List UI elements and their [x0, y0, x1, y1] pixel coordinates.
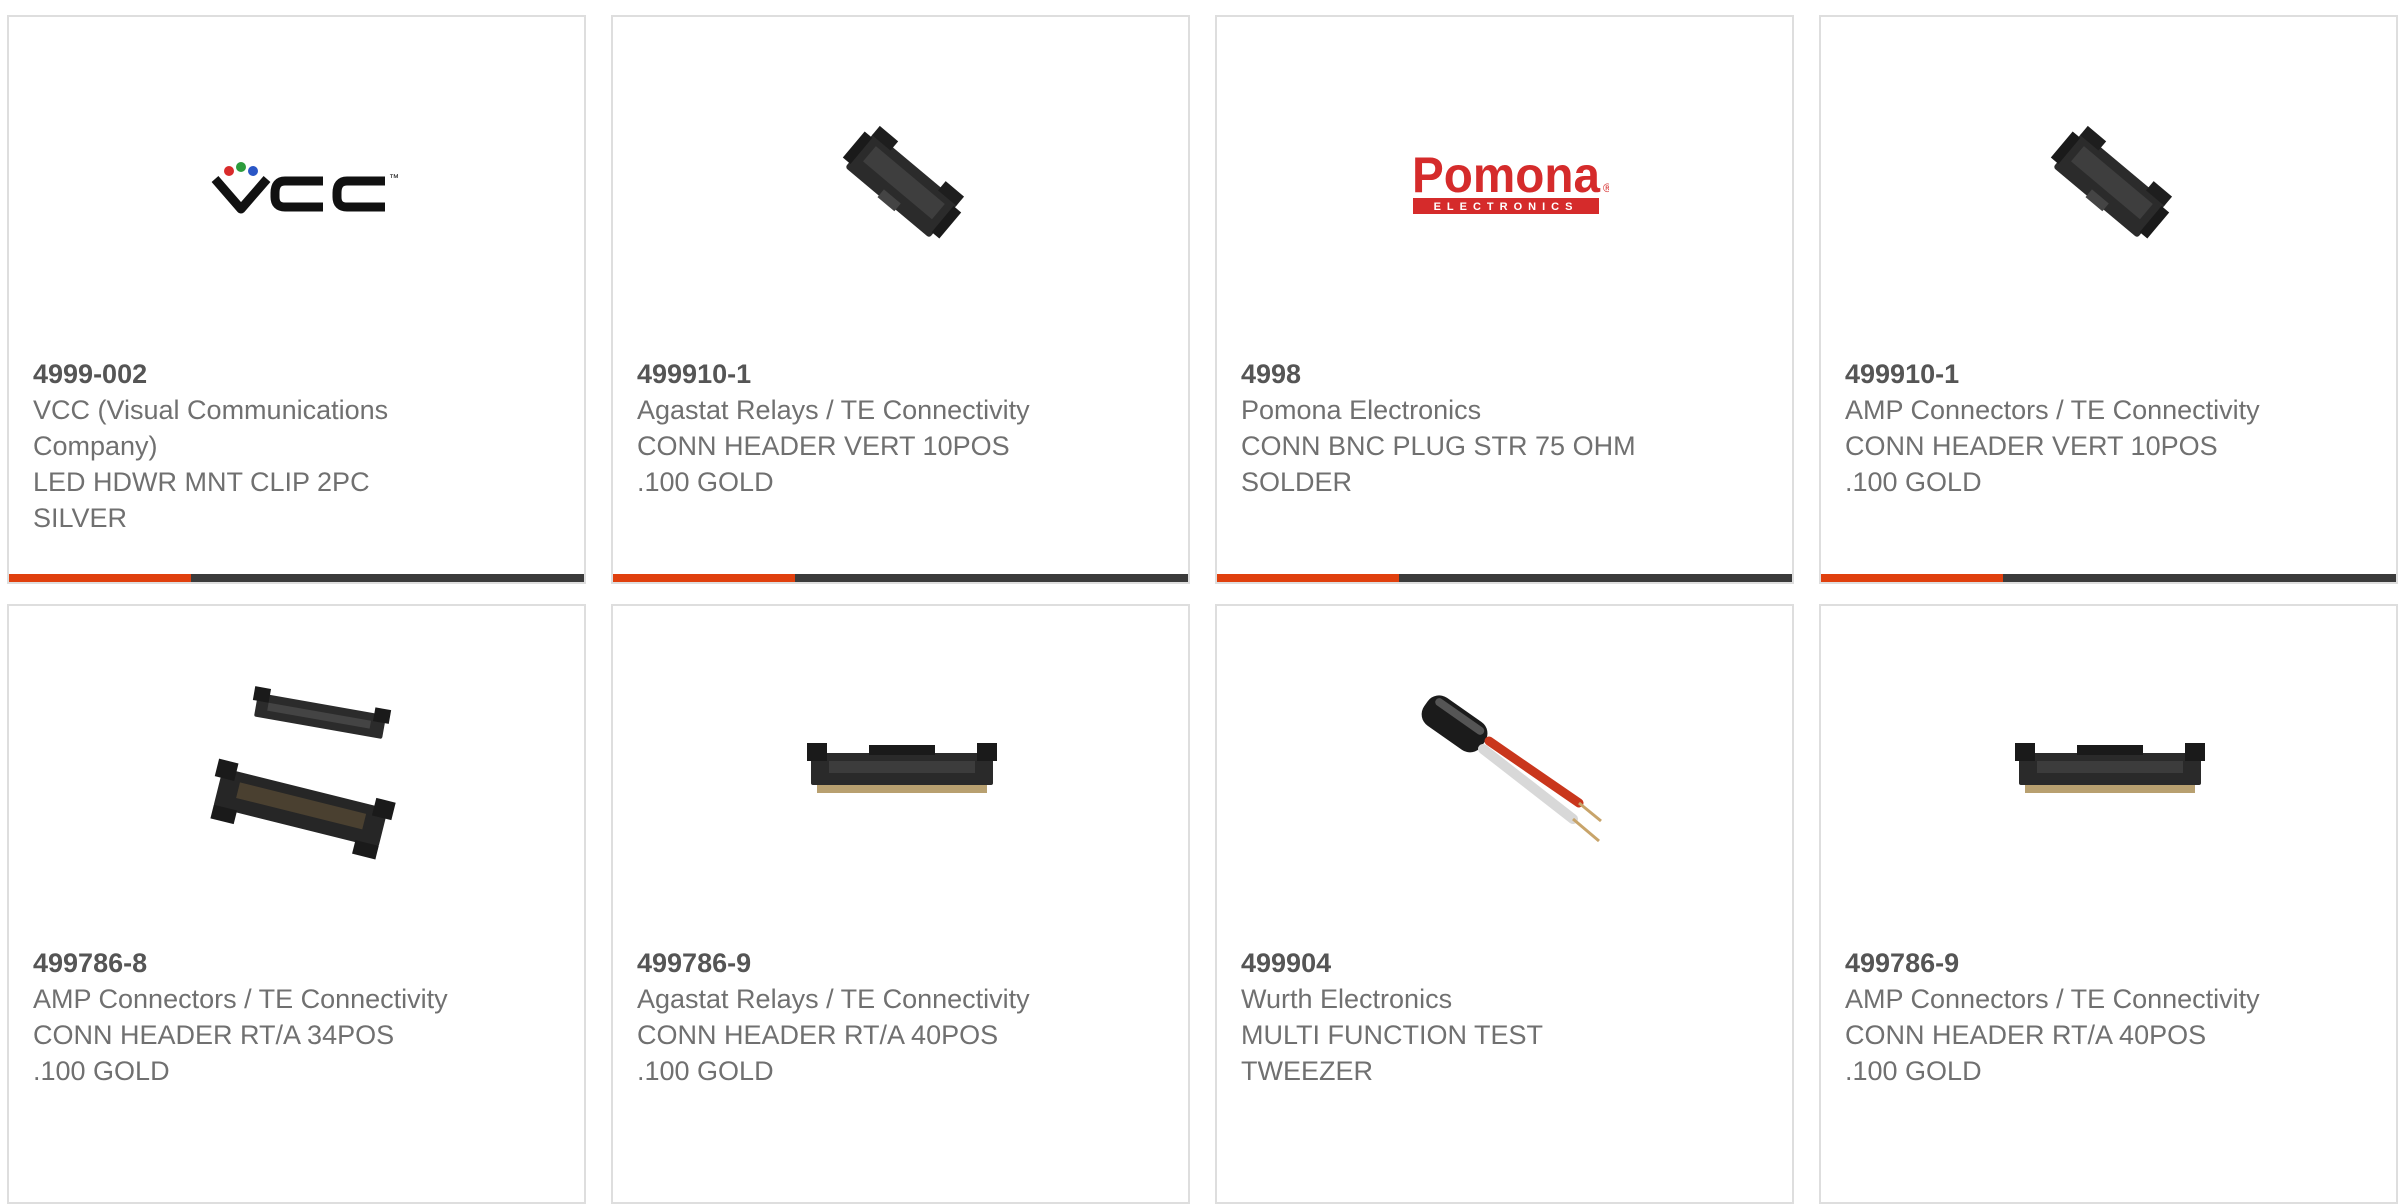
card-footer-bar [1217, 574, 1792, 582]
vertical-header-connector-image [842, 125, 965, 239]
product-card[interactable]: ™ 4999-002 VCC (Visual Communications Co… [7, 15, 586, 584]
test-tweezer-image [1421, 695, 1602, 843]
description: CONN HEADER RT/A 34POS .100 GOLD [33, 1020, 395, 1086]
manufacturer: AMP Connectors / TE Connectivity [1845, 395, 2260, 425]
svg-text:®: ® [1603, 181, 1609, 195]
product-image[interactable] [2007, 671, 2213, 877]
product-image[interactable] [2007, 82, 2213, 288]
manufacturer: Pomona Electronics [1241, 395, 1482, 425]
part-number[interactable]: 4998 [1241, 356, 1661, 392]
product-info: 4999-002 VCC (Visual Communications Comp… [33, 356, 453, 536]
card-accent-bar [9, 574, 191, 582]
pomona-logo: Pomona ® ELECTRONICS [1412, 147, 1609, 214]
part-number[interactable]: 499904 [1241, 945, 1661, 981]
product-card[interactable]: 499786-8 AMP Connectors / TE Connectivit… [7, 604, 586, 1204]
manufacturer: Wurth Electronics [1241, 984, 1453, 1014]
product-image[interactable] [799, 671, 1005, 877]
svg-text:™: ™ [389, 173, 399, 184]
card-accent-bar [613, 574, 795, 582]
part-number[interactable]: 499786-8 [33, 945, 453, 981]
description: CONN HEADER VERT 10POS .100 GOLD [637, 431, 1010, 497]
product-card[interactable]: 499786-9 AMP Connectors / TE Connectivit… [1819, 604, 2398, 1204]
product-card[interactable]: Pomona ® ELECTRONICS 4998 Pomona Electro… [1215, 15, 1794, 584]
manufacturer: Agastat Relays / TE Connectivity [637, 395, 1030, 425]
card-footer-bar [9, 574, 584, 582]
product-card[interactable]: 499786-9 Agastat Relays / TE Connectivit… [611, 604, 1190, 1204]
card-footer-bar [1821, 574, 2396, 582]
product-card[interactable]: 499910-1 Agastat Relays / TE Connectivit… [611, 15, 1190, 584]
description: MULTI FUNCTION TEST TWEEZER [1241, 1020, 1543, 1086]
product-image[interactable] [1403, 671, 1609, 877]
product-image[interactable]: ™ [195, 82, 401, 288]
manufacturer: Agastat Relays / TE Connectivity [637, 984, 1030, 1014]
card-footer-bar [613, 574, 1188, 582]
product-info: 499786-9 Agastat Relays / TE Connectivit… [637, 945, 1057, 1089]
product-info: 499904 Wurth Electronics MULTI FUNCTION … [1241, 945, 1661, 1089]
manufacturer: VCC (Visual Communications Company) [33, 395, 389, 461]
description: LED HDWR MNT CLIP 2PC SILVER [33, 467, 370, 533]
manufacturer: AMP Connectors / TE Connectivity [1845, 984, 2260, 1014]
card-accent-bar [1821, 574, 2003, 582]
product-info: 4998 Pomona Electronics CONN BNC PLUG ST… [1241, 356, 1661, 500]
product-info: 499786-9 AMP Connectors / TE Connectivit… [1845, 945, 2265, 1089]
two-right-angle-headers-image [210, 686, 396, 860]
card-accent-bar [1217, 574, 1399, 582]
description: CONN BNC PLUG STR 75 OHM SOLDER [1241, 431, 1636, 497]
product-info: 499786-8 AMP Connectors / TE Connectivit… [33, 945, 453, 1089]
product-image[interactable] [195, 671, 401, 877]
part-number[interactable]: 499786-9 [637, 945, 1057, 981]
svg-text:Pomona: Pomona [1412, 147, 1601, 203]
product-grid: ™ 4999-002 VCC (Visual Communications Co… [0, 0, 2400, 1204]
product-info: 499910-1 Agastat Relays / TE Connectivit… [637, 356, 1057, 500]
description: CONN HEADER VERT 10POS .100 GOLD [1845, 431, 2218, 497]
description: CONN HEADER RT/A 40POS .100 GOLD [1845, 1020, 2207, 1086]
part-number[interactable]: 499910-1 [1845, 356, 2265, 392]
product-card[interactable]: 499910-1 AMP Connectors / TE Connectivit… [1819, 15, 2398, 584]
part-number[interactable]: 4999-002 [33, 356, 453, 392]
manufacturer: AMP Connectors / TE Connectivity [33, 984, 448, 1014]
right-angle-header-image [2015, 743, 2205, 793]
vertical-header-connector-image [2050, 125, 2173, 239]
product-image[interactable]: Pomona ® ELECTRONICS [1403, 82, 1609, 288]
part-number[interactable]: 499786-9 [1845, 945, 2265, 981]
product-image[interactable] [799, 82, 1005, 288]
product-card[interactable]: 499904 Wurth Electronics MULTI FUNCTION … [1215, 604, 1794, 1204]
svg-text:ELECTRONICS: ELECTRONICS [1434, 201, 1579, 213]
vcc-logo: ™ [211, 162, 399, 214]
description: CONN HEADER RT/A 40POS .100 GOLD [637, 1020, 999, 1086]
product-info: 499910-1 AMP Connectors / TE Connectivit… [1845, 356, 2265, 500]
part-number[interactable]: 499910-1 [637, 356, 1057, 392]
right-angle-header-image [807, 743, 997, 793]
